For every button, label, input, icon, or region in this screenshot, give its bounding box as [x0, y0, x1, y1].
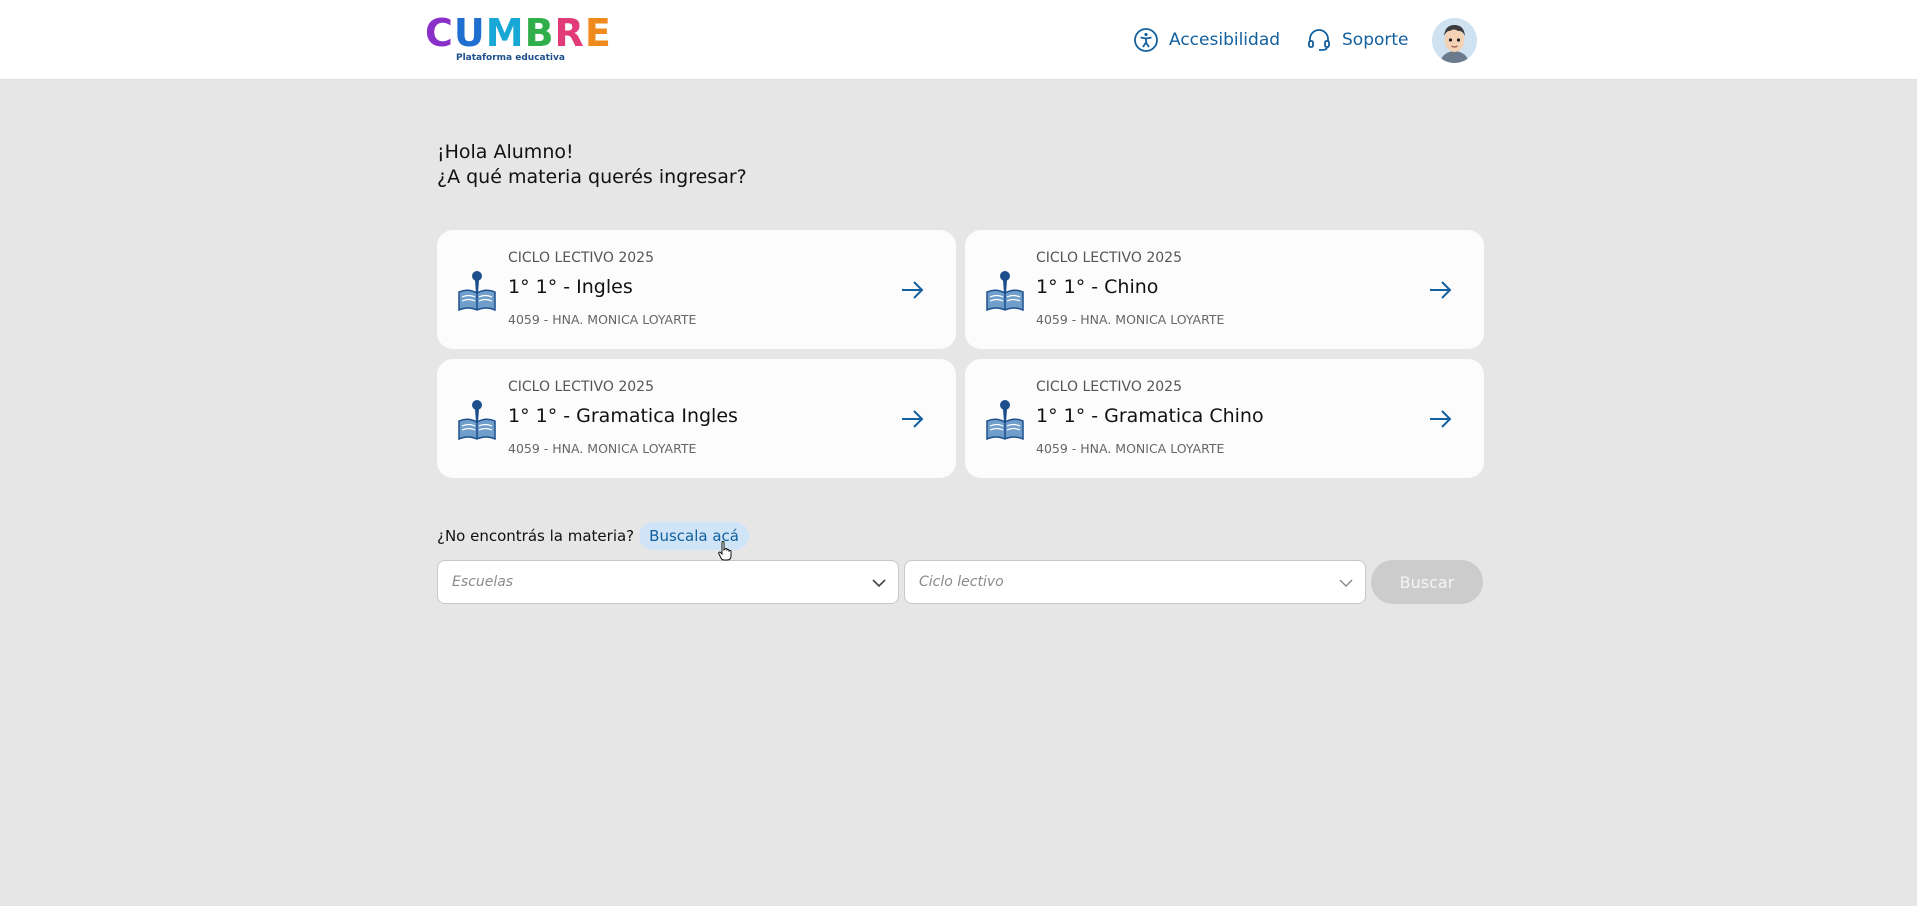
logo-letter: E — [584, 11, 612, 55]
card-cycle: CICLO LECTIVO 2025 — [1036, 250, 1182, 266]
headset-icon — [1308, 29, 1330, 51]
not-found-prompt: ¿No encontrás la materia? Buscala acá — [437, 521, 749, 551]
book-icon — [986, 271, 1024, 312]
logo-wordmark: C U M B R E — [425, 11, 611, 55]
chevron-down-icon — [1339, 579, 1353, 587]
subject-card[interactable]: CICLO LECTIVO 2025 1° 1° - Ingles 4059 -… — [437, 230, 956, 349]
logo-letter: B — [524, 11, 555, 55]
search-here-link[interactable]: Buscala acá — [639, 522, 749, 550]
book-icon — [458, 400, 496, 441]
support-link[interactable]: Soporte — [1306, 26, 1409, 54]
logo-letter: C — [425, 11, 454, 55]
greeting-hello: ¡Hola Alumno! — [437, 141, 574, 163]
card-school: 4059 - HNA. MONICA LOYARTE — [1036, 441, 1225, 456]
subject-card[interactable]: CICLO LECTIVO 2025 1° 1° - Gramatica Chi… — [965, 359, 1484, 478]
cycle-select-placeholder: Ciclo lectivo — [919, 574, 1004, 590]
card-title: 1° 1° - Ingles — [508, 276, 633, 298]
chevron-down-icon — [872, 579, 886, 588]
logo-letter: R — [554, 11, 585, 55]
subject-card[interactable]: CICLO LECTIVO 2025 1° 1° - Gramatica Ing… — [437, 359, 956, 478]
arrow-right-icon[interactable] — [1427, 277, 1453, 303]
hand-pointer-icon — [718, 541, 732, 561]
accessibility-label: Accesibilidad — [1169, 30, 1281, 50]
logo-letter: M — [485, 11, 525, 55]
card-school: 4059 - HNA. MONICA LOYARTE — [508, 441, 697, 456]
card-title: 1° 1° - Chino — [1036, 276, 1159, 298]
card-cycle: CICLO LECTIVO 2025 — [508, 250, 654, 266]
book-icon — [986, 400, 1024, 441]
accessibility-link[interactable]: Accesibilidad — [1133, 26, 1280, 54]
subject-card[interactable]: CICLO LECTIVO 2025 1° 1° - Chino 4059 - … — [965, 230, 1484, 349]
card-school: 4059 - HNA. MONICA LOYARTE — [508, 312, 697, 327]
logo-letter: U — [453, 11, 486, 55]
card-cycle: CICLO LECTIVO 2025 — [508, 379, 654, 395]
not-found-question: ¿No encontrás la materia? — [437, 527, 635, 545]
arrow-right-icon[interactable] — [1427, 406, 1453, 432]
avatar-face-icon — [1432, 18, 1477, 63]
cumbre-logo[interactable]: C U M B R E Plataforma educativa — [425, 11, 611, 66]
arrow-right-icon[interactable] — [899, 406, 925, 432]
cycle-select[interactable]: Ciclo lectivo — [904, 560, 1366, 604]
accessibility-icon — [1134, 28, 1158, 52]
greeting: ¡Hola Alumno! ¿A qué materia querés ingr… — [437, 140, 747, 190]
card-cycle: CICLO LECTIVO 2025 — [1036, 379, 1182, 395]
search-button[interactable]: Buscar — [1371, 560, 1483, 604]
arrow-right-icon[interactable] — [899, 277, 925, 303]
top-header: C U M B R E Plataforma educativa Accesib… — [0, 0, 1917, 80]
card-title: 1° 1° - Gramatica Chino — [1036, 405, 1264, 427]
user-avatar[interactable] — [1432, 18, 1477, 63]
support-label: Soporte — [1342, 30, 1409, 50]
card-school: 4059 - HNA. MONICA LOYARTE — [1036, 312, 1225, 327]
book-icon — [458, 271, 496, 312]
school-select-placeholder: Escuelas — [452, 574, 514, 590]
greeting-question: ¿A qué materia querés ingresar? — [437, 166, 747, 188]
school-select[interactable]: Escuelas — [437, 560, 899, 604]
card-title: 1° 1° - Gramatica Ingles — [508, 405, 738, 427]
